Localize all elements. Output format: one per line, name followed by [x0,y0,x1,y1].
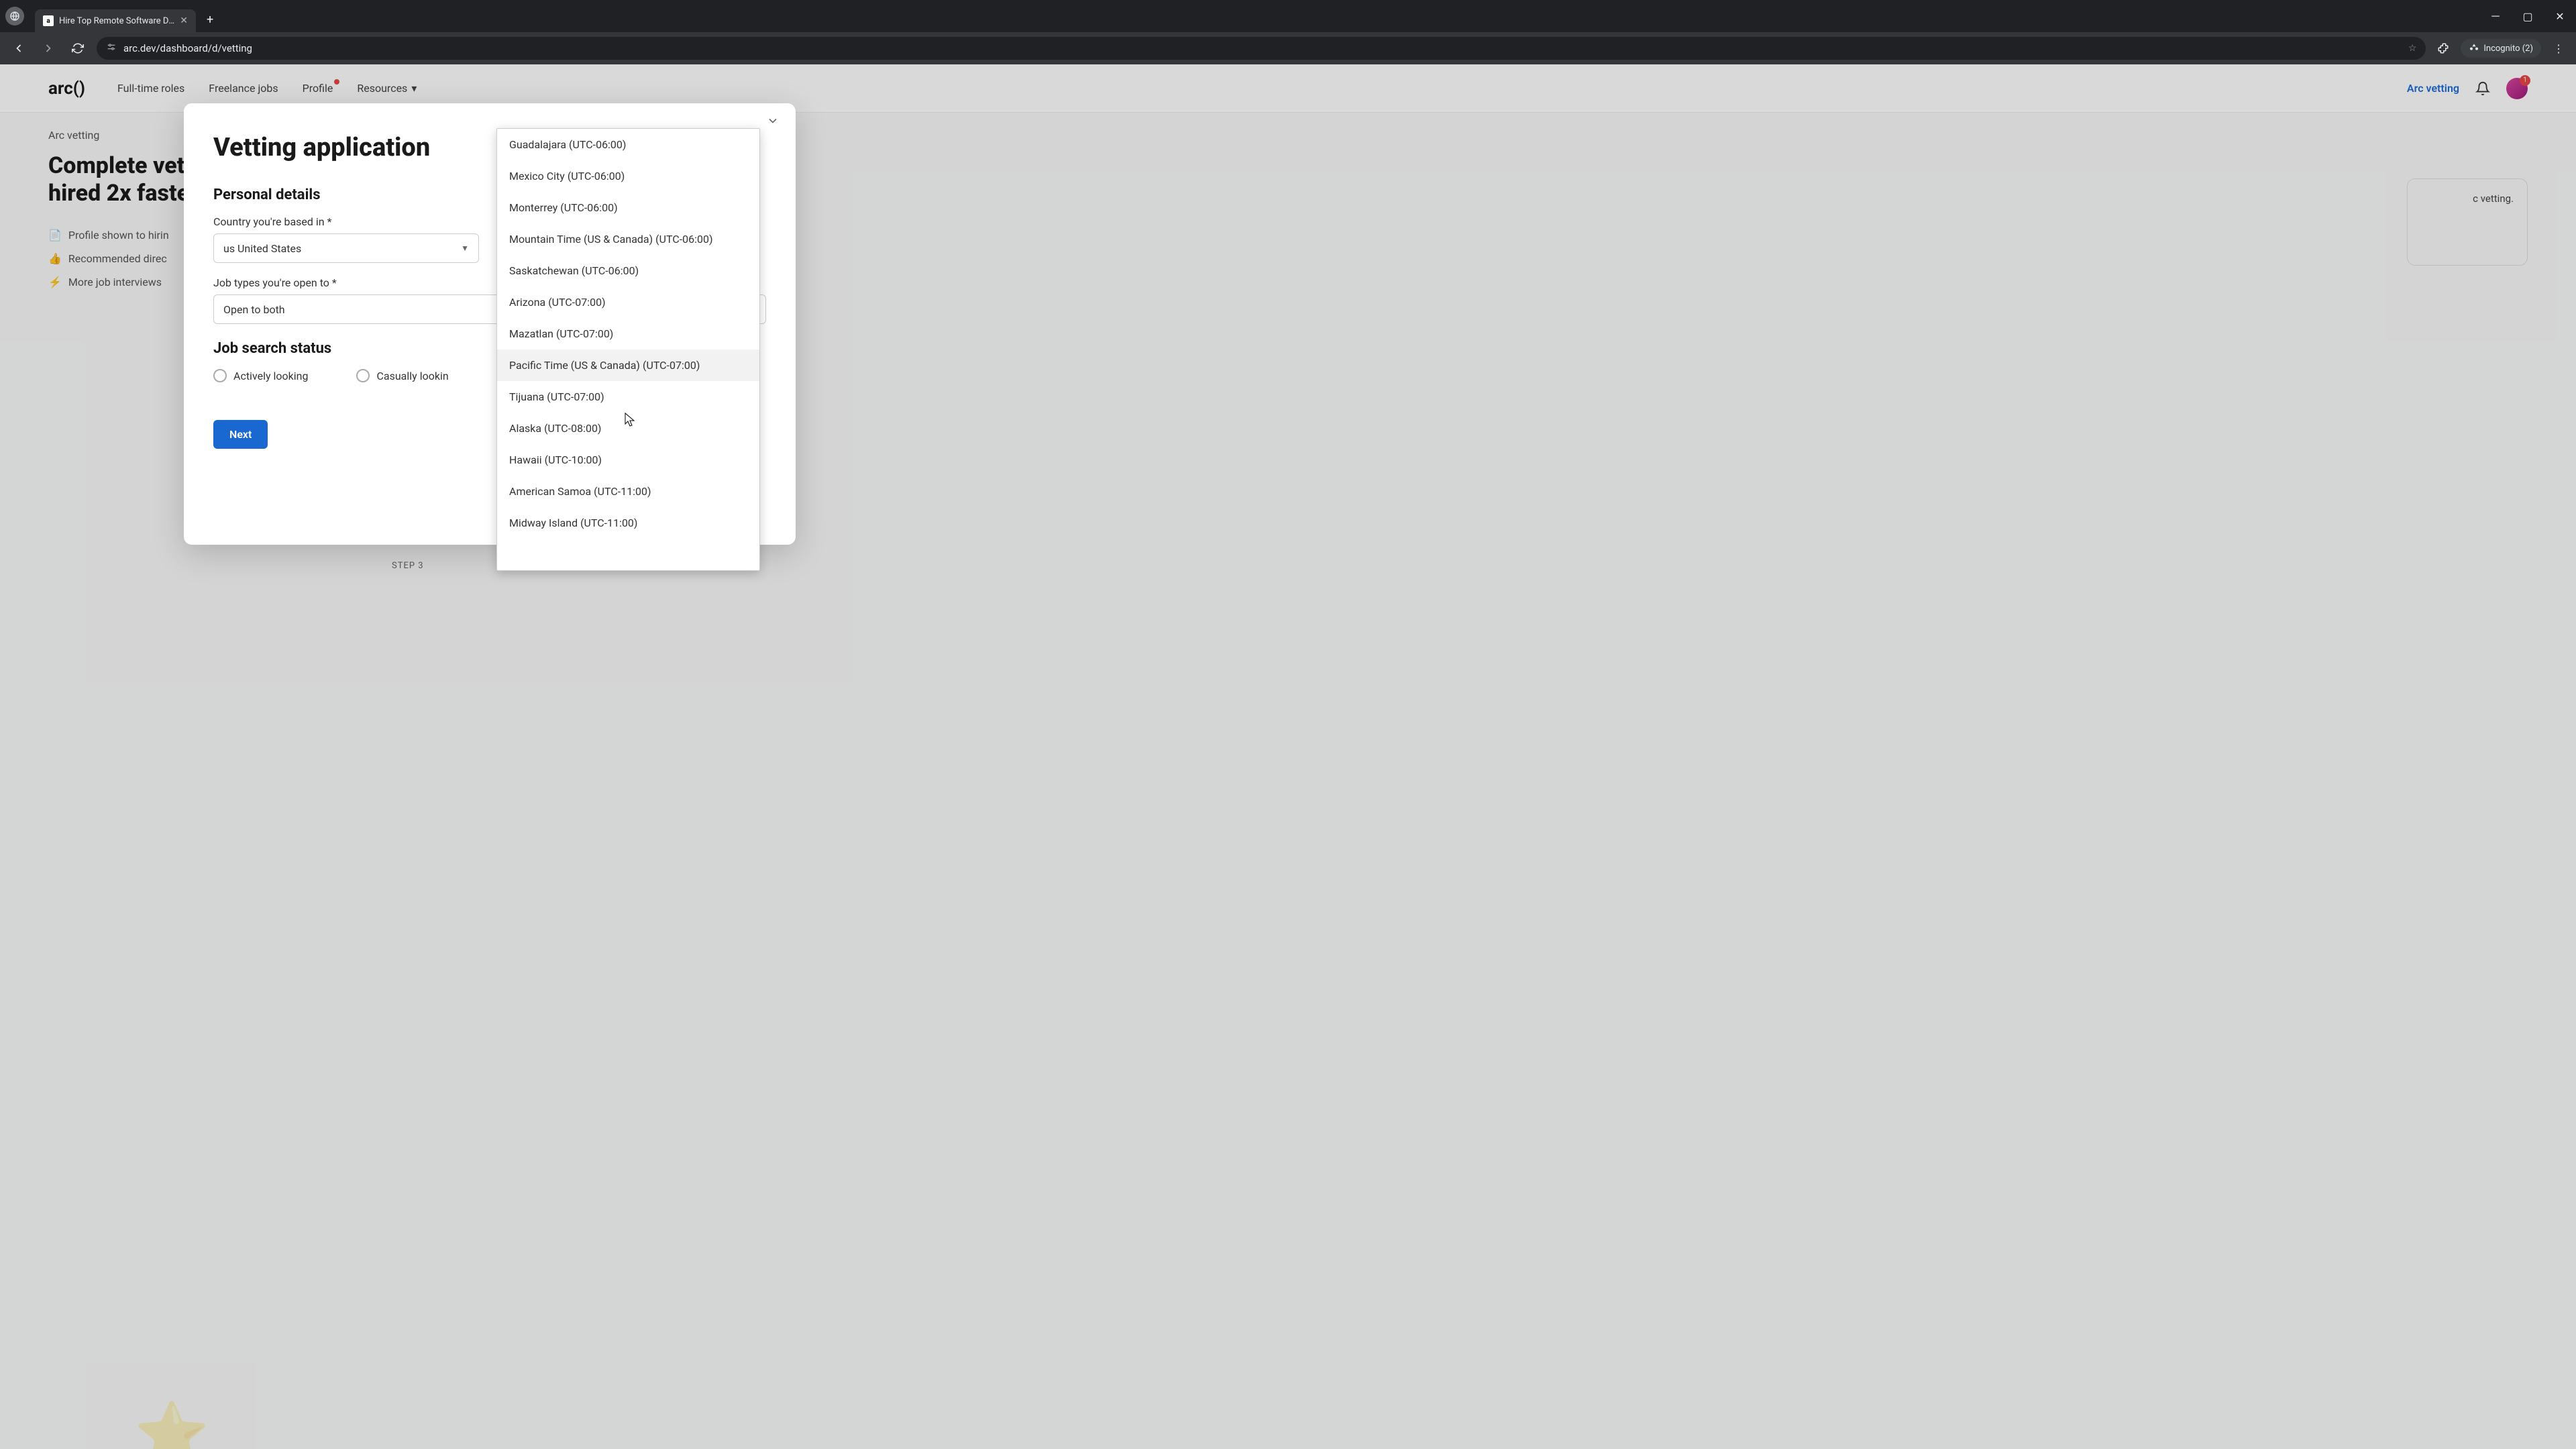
reload-button[interactable] [67,38,89,59]
timezone-option[interactable]: Arizona (UTC-07:00) [497,286,759,318]
site-settings-icon[interactable] [106,42,117,55]
address-bar[interactable]: arc.dev/dashboard/d/vetting ☆ [97,37,2426,60]
next-button[interactable]: Next [213,420,268,449]
browser-toolbar: arc.dev/dashboard/d/vetting ☆ Incognito … [0,32,2576,64]
timezone-option[interactable]: Tijuana (UTC-07:00) [497,381,759,413]
incognito-badge[interactable]: Incognito (2) [2461,39,2541,58]
jobtypes-value: Open to both [223,303,285,316]
new-tab-button[interactable]: + [201,10,219,30]
page-root: arc() Full-time roles Freelance jobs Pro… [0,64,2576,1449]
extensions-icon[interactable] [2434,39,2453,58]
country-value: us United States [223,242,301,255]
radio-icon [213,369,227,382]
timezone-option[interactable]: Hawaii (UTC-10:00) [497,444,759,476]
modal-close-button[interactable] [766,113,780,131]
timezone-option[interactable]: Pacific Time (US & Canada) (UTC-07:00) [497,350,759,381]
bookmark-icon[interactable]: ☆ [2408,43,2417,54]
country-field: Country you're based in * us United Stat… [213,215,479,263]
timezone-option[interactable]: Midway Island (UTC-11:00) [497,507,759,539]
timezone-dropdown[interactable]: Guadalajara (UTC-06:00)Mexico City (UTC-… [496,128,760,571]
radio-icon [356,369,370,382]
browser-tab-strip: a Hire Top Remote Software Dev ✕ + ─ ▢ ✕ [0,0,2576,32]
forward-button[interactable] [38,38,59,59]
incognito-label: Incognito (2) [2483,44,2533,54]
timezone-option[interactable]: Alaska (UTC-08:00) [497,413,759,444]
timezone-option[interactable]: Saskatchewan (UTC-06:00) [497,255,759,286]
country-select[interactable]: us United States ▼ [213,233,479,263]
browser-tab[interactable]: a Hire Top Remote Software Dev ✕ [35,9,196,32]
tab-favicon: a [43,15,54,26]
chevron-down-icon: ▼ [461,244,469,253]
timezone-option[interactable]: Guadalajara (UTC-06:00) [497,129,759,160]
timezone-option[interactable]: American Samoa (UTC-11:00) [497,476,759,507]
tab-close-icon[interactable]: ✕ [180,15,188,26]
window-close-button[interactable]: ✕ [2549,5,2571,27]
window-maximize-button[interactable]: ▢ [2517,5,2538,27]
timezone-option[interactable]: Mazatlan (UTC-07:00) [497,318,759,350]
browser-menu-icon[interactable] [5,7,24,25]
timezone-option[interactable]: Mexico City (UTC-06:00) [497,160,759,192]
country-label: Country you're based in * [213,215,479,228]
tab-title: Hire Top Remote Software Dev [59,16,174,26]
browser-menu-button[interactable]: ⋮ [2549,39,2568,58]
window-minimize-button[interactable]: ─ [2485,5,2506,27]
radio-actively-looking[interactable]: Actively looking [213,369,308,382]
url-text: arc.dev/dashboard/d/vetting [123,42,2402,54]
timezone-option[interactable]: Monterrey (UTC-06:00) [497,192,759,223]
back-button[interactable] [8,38,30,59]
timezone-option[interactable]: Mountain Time (US & Canada) (UTC-06:00) [497,223,759,255]
radio-casually-looking[interactable]: Casually lookin [356,369,448,382]
